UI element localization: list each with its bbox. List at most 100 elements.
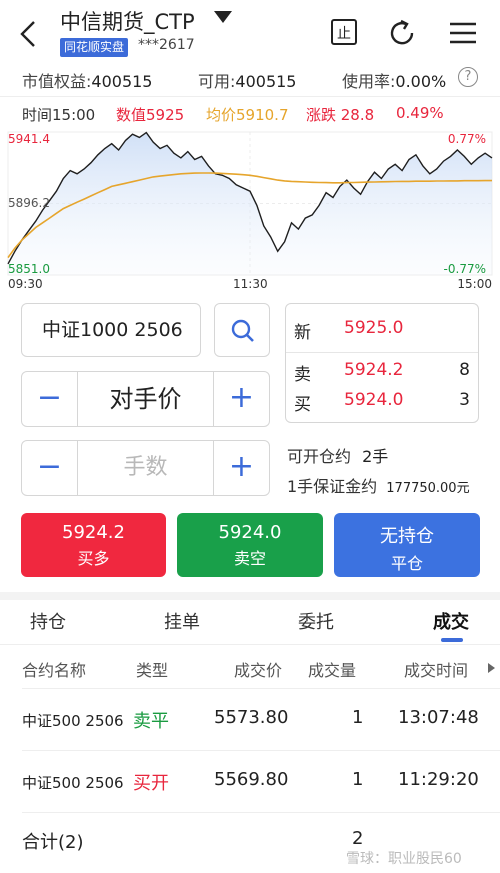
sell-label: 卖空 [233, 549, 266, 568]
change-pct-readout: 0.49% [396, 104, 444, 122]
trade-type: 买开 [133, 773, 169, 794]
can-open-info: 可开仓约 2手 [287, 443, 388, 467]
symbol-field[interactable]: 中证1000 2506 [21, 303, 201, 357]
pct-low-label: -0.77% [443, 262, 486, 276]
chart-svg [7, 131, 493, 276]
trade-time: 11:29:20 [398, 769, 479, 790]
time-label-open: 09:30 [8, 277, 43, 291]
trade-price: 5569.80 [214, 769, 289, 790]
ask-volume: 8 [459, 360, 470, 380]
can-open-value: 2手 [362, 447, 389, 466]
search-icon [231, 319, 254, 342]
trade-price: 5573.80 [214, 707, 289, 728]
quote-panel: 新 5925.0 卖 5924.2 8 买 5924.0 3 [285, 303, 479, 423]
time-label-midday: 11:30 [233, 277, 268, 291]
divider [0, 96, 500, 97]
total-volume: 2 [352, 828, 364, 849]
bid-volume: 3 [459, 390, 470, 410]
buy-price: 5924.2 [62, 522, 125, 543]
contract-name: 中证500 2506 [22, 774, 124, 792]
ask-price[interactable]: 5924.2 [344, 360, 403, 380]
close-label: 平仓 [390, 554, 423, 573]
available-value: 400515 [235, 72, 297, 91]
price-stepper: − 对手价 + [21, 371, 270, 427]
bid-label: 买 [294, 395, 311, 415]
trade-volume: 1 [352, 707, 364, 728]
close-status: 无持仓 [380, 526, 434, 547]
y-low-label: 5851.0 [8, 262, 50, 276]
table-row[interactable]: 中证500 2506 买开 5569.80 1 11:29:20 [0, 751, 500, 811]
usage-value: 0.00% [395, 72, 447, 91]
ask-label: 卖 [294, 365, 311, 385]
trade-volume: 1 [352, 769, 364, 790]
can-open-label: 可开仓约 [287, 447, 352, 466]
time-readout: 时间15:00 [22, 106, 96, 124]
pct-high-label: 0.77% [447, 132, 486, 146]
qty-increase-button[interactable]: + [213, 441, 269, 495]
row-divider [22, 812, 500, 813]
available-stat: 可用:400515 [198, 68, 296, 92]
y-high-label: 5941.4 [8, 132, 50, 146]
equity-stat: 市值权益:400515 [22, 68, 152, 92]
menu-icon[interactable] [446, 16, 480, 50]
col-header-price: 成交价 [234, 661, 283, 680]
change-readout: 涨跌 28.8 [306, 106, 375, 124]
back-button[interactable] [12, 14, 46, 54]
contract-name: 中证500 2506 [22, 712, 124, 730]
intraday-chart[interactable]: 5941.4 5896.2 5851.0 0.77% -0.77% 09:30 … [0, 124, 500, 294]
tabs-divider [0, 644, 500, 645]
qty-decrease-button[interactable]: − [22, 441, 78, 495]
price-area [8, 132, 492, 275]
usage-stat: 使用率:0.00% [342, 68, 446, 92]
col-header-volume: 成交量 [308, 661, 357, 680]
caret-down-icon[interactable] [214, 11, 232, 23]
usage-label: 使用率: [342, 72, 396, 91]
active-tab-indicator [441, 638, 463, 642]
col-header-contract: 合约名称 [22, 661, 87, 680]
margin-label: 1手保证金约 [287, 477, 378, 496]
scroll-right-icon[interactable] [486, 660, 496, 679]
chevron-left-icon [20, 21, 35, 47]
margin-info: 1手保证金约 177750.00元 [287, 473, 470, 497]
watermark: 雪球：职业股民60 [346, 851, 462, 867]
last-price: 5925.0 [344, 318, 404, 338]
price-decrease-button[interactable]: − [22, 372, 78, 426]
total-label: 合计(2) [22, 832, 84, 853]
account-number: ***2617 [138, 37, 195, 53]
tab-pending[interactable]: 挂单 [164, 608, 200, 634]
symbol-search-button[interactable] [214, 303, 270, 357]
trade-type: 卖平 [133, 711, 169, 732]
price-increase-button[interactable]: + [213, 372, 269, 426]
sell-short-button[interactable]: 5924.0 卖空 [177, 513, 323, 577]
equity-value: 400515 [91, 72, 153, 91]
broker-title[interactable]: 中信期货_CTP [60, 6, 195, 36]
table-row[interactable]: 中证500 2506 卖平 5573.80 1 13:07:48 [0, 689, 500, 749]
buy-long-button[interactable]: 5924.2 买多 [21, 513, 166, 577]
svg-text:止: 止 [337, 26, 351, 42]
margin-value: 177750.00元 [386, 481, 470, 496]
live-account-badge: 同花顺实盘 [60, 38, 129, 57]
equity-label: 市值权益: [22, 72, 92, 91]
tab-trades[interactable]: 成交 [433, 608, 469, 634]
section-gap [0, 592, 500, 600]
time-label-close: 15:00 [457, 277, 492, 291]
col-header-time: 成交时间 [404, 661, 469, 680]
quantity-stepper: − 手数 + [21, 440, 270, 496]
quantity-input[interactable]: 手数 [78, 441, 213, 495]
tab-positions[interactable]: 持仓 [30, 608, 66, 634]
tab-orders[interactable]: 委托 [298, 608, 334, 634]
stop-loss-icon[interactable]: 止 [328, 16, 362, 50]
help-icon[interactable]: ? [458, 67, 478, 87]
refresh-icon[interactable] [386, 16, 420, 50]
sell-price: 5924.0 [218, 522, 282, 543]
y-mid-label: 5896.2 [8, 196, 50, 210]
price-readout: 数值5925 [116, 106, 185, 124]
trade-time: 13:07:48 [398, 707, 479, 728]
col-header-type: 类型 [136, 661, 169, 680]
bid-price[interactable]: 5924.0 [344, 390, 403, 410]
close-position-button[interactable]: 无持仓 平仓 [334, 513, 480, 577]
price-mode-field[interactable]: 对手价 [78, 372, 213, 426]
available-label: 可用: [198, 72, 236, 91]
avg-price-readout: 均价5910.7 [206, 106, 289, 124]
quote-divider [286, 352, 478, 353]
